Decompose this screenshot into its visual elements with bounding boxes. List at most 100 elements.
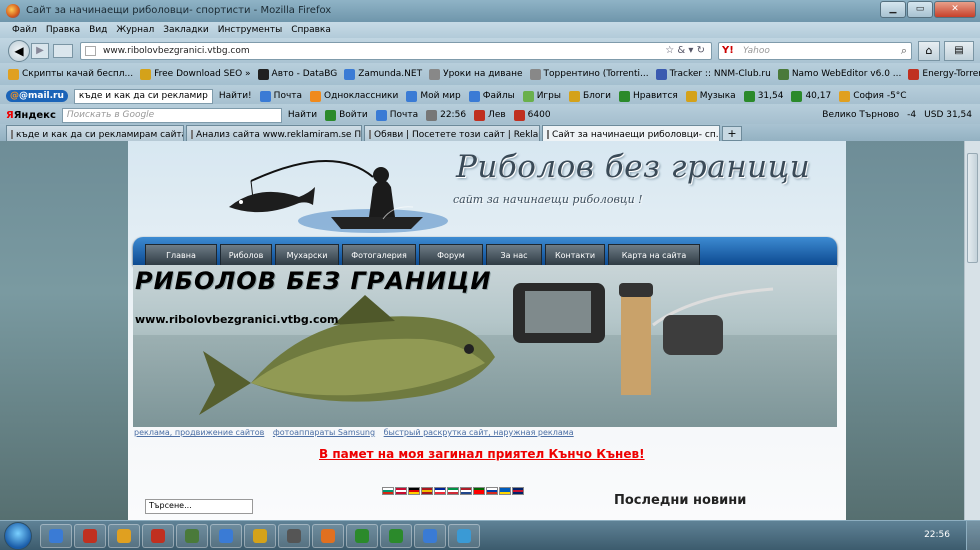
toolbar-item[interactable]: Войти — [325, 109, 368, 121]
language-flag-icon[interactable] — [382, 487, 394, 495]
search-bar[interactable]: Y! Yahoo ⌕ — [718, 42, 912, 60]
mailru-find-button[interactable]: Найти! — [219, 91, 252, 101]
menu-help[interactable]: Справка — [291, 25, 331, 35]
yandex-logo[interactable]: ЯЯндекс — [6, 110, 56, 121]
home-button[interactable]: ⌂ — [918, 41, 940, 61]
menu-file[interactable]: Файл — [12, 25, 37, 35]
toolbar-item[interactable]: 31,54 — [743, 90, 783, 102]
clock[interactable]: 22:56 — [924, 530, 950, 540]
menu-history[interactable]: Журнал — [116, 25, 154, 35]
tab-reklamiram[interactable]: къде и как да си рекламирам сайта ... — [6, 125, 184, 141]
reload-icon[interactable]: ↻ — [697, 45, 705, 56]
taskbar-app-button[interactable] — [312, 524, 344, 548]
show-desktop-button[interactable] — [966, 521, 980, 550]
language-flag-icon[interactable] — [408, 487, 420, 495]
tab-analiz[interactable]: Анализ сайта www.reklamiram.se П... — [186, 125, 362, 141]
search-go-icon[interactable]: ⌕ — [901, 44, 907, 58]
site-search-input[interactable]: Търсене... — [145, 499, 253, 514]
close-button[interactable]: ✕ — [934, 1, 976, 18]
memorial-heading[interactable]: В памет на моя загинал приятел Кънчо Кън… — [319, 447, 645, 461]
taskbar-app-button[interactable] — [414, 524, 446, 548]
toolbar-item[interactable]: 22:56 — [426, 109, 466, 121]
ad-link[interactable]: реклама, продвижение сайтов — [134, 428, 264, 437]
site-nav-forum[interactable]: Форум — [419, 244, 483, 265]
weather-city[interactable]: Велико Търново — [822, 110, 899, 120]
yahoo-icon[interactable]: Y! — [722, 45, 734, 56]
menu-bookmarks[interactable]: Закладки — [163, 25, 209, 35]
toolbar-item[interactable]: Мой мир — [406, 90, 461, 102]
bookmark-item[interactable]: Авто - DataBG — [257, 68, 337, 80]
toolbar-item[interactable]: Блоги — [568, 90, 611, 102]
language-flag-icon[interactable] — [512, 487, 524, 495]
toolbar-item[interactable]: Игры — [522, 90, 561, 102]
language-flag-icon[interactable] — [499, 487, 511, 495]
scrollbar-thumb[interactable] — [967, 153, 978, 263]
toolbar-item[interactable]: 40,17 — [791, 90, 831, 102]
site-nav-about[interactable]: За нас — [486, 244, 542, 265]
toolbar-item[interactable]: Музыка — [685, 90, 736, 102]
taskbar-app-button[interactable] — [346, 524, 378, 548]
currency-usd[interactable]: USD 31,54 — [924, 110, 972, 120]
taskbar-app-button[interactable] — [176, 524, 208, 548]
language-flag-icon[interactable] — [486, 487, 498, 495]
maximize-button[interactable]: ▭ — [907, 1, 933, 18]
language-flag-icon[interactable] — [473, 487, 485, 495]
toolbar-item[interactable]: Почта — [375, 109, 418, 121]
google-search-input[interactable]: Поискать в Google — [61, 107, 282, 123]
taskbar-app-button[interactable] — [40, 524, 72, 548]
site-nav-home[interactable]: Главна — [145, 244, 217, 265]
bookmark-item[interactable]: Namo WebEditor v6.0 ... — [777, 68, 901, 80]
taskbar-app-button[interactable] — [210, 524, 242, 548]
mailru-search-value[interactable]: къде и как да си рекламир — [79, 91, 208, 101]
bookmark-item[interactable]: Energy-Torrent :: Tope... — [908, 68, 980, 80]
language-flag-icon[interactable] — [395, 487, 407, 495]
bookmark-item[interactable]: Tracker :: NNM-Club.ru — [655, 68, 771, 80]
page-scrollbar[interactable] — [964, 141, 980, 520]
site-nav-fly[interactable]: Мухарски — [275, 244, 339, 265]
bookmark-item[interactable]: Торрентино (Torrenti... — [529, 68, 649, 80]
taskbar-app-button[interactable] — [380, 524, 412, 548]
tab-obyavi[interactable]: Обяви | Посетете този сайт | Reklam... — [364, 125, 540, 141]
extensions-button[interactable]: ▤ — [944, 41, 974, 61]
minimize-button[interactable]: ▁ — [880, 1, 906, 18]
history-dropdown-button[interactable] — [53, 44, 73, 58]
address-bar[interactable]: www.ribolovbezgranici.vtbg.com ☆ & ▾ ↻ — [80, 42, 712, 60]
bookmark-item[interactable]: Скрипты качай беспл... — [8, 68, 133, 80]
menu-edit[interactable]: Правка — [46, 25, 80, 35]
toolbar-item[interactable]: Файлы — [468, 90, 515, 102]
new-tab-button[interactable]: + — [722, 126, 742, 141]
toolbar-item[interactable]: Нравится — [618, 90, 678, 102]
bookmark-item[interactable]: Уроки на диване — [429, 68, 523, 80]
language-flag-icon[interactable] — [434, 487, 446, 495]
site-search-value[interactable]: Търсене... — [149, 501, 192, 510]
ad-link[interactable]: фотоаппараты Samsung — [273, 428, 375, 437]
toolbar-item[interactable]: Лев — [474, 109, 506, 121]
forward-button[interactable]: ▶ — [31, 43, 49, 59]
address-url[interactable]: www.ribolovbezgranici.vtbg.com — [103, 46, 250, 56]
star-icon[interactable]: ☆ — [665, 45, 674, 56]
toolbar-item[interactable]: Почта — [259, 90, 302, 102]
language-flag-icon[interactable] — [447, 487, 459, 495]
site-nav-sitemap[interactable]: Карта на сайта — [608, 244, 700, 265]
toolbar-item[interactable]: София -5°C — [839, 90, 907, 102]
menu-tools[interactable]: Инструменты — [218, 25, 282, 35]
toolbar-item[interactable]: 6400 — [513, 109, 551, 121]
language-flag-icon[interactable] — [460, 487, 472, 495]
taskbar-app-button[interactable] — [142, 524, 174, 548]
yandex-find-button[interactable]: Найти — [288, 110, 317, 120]
bookmark-item[interactable]: Zamunda.NET — [344, 68, 422, 80]
mailru-search-input[interactable]: къде и как да си рекламир — [73, 88, 213, 104]
site-nav-fishing[interactable]: Риболов — [220, 244, 272, 265]
ad-link[interactable]: быстрый раскрутка сайт, наружная реклама — [384, 428, 574, 437]
site-nav-gallery[interactable]: Фотогалерия — [342, 244, 416, 265]
dropdown-icon[interactable]: ▾ — [688, 45, 693, 56]
taskbar-app-button[interactable] — [74, 524, 106, 548]
share-icon[interactable]: & — [677, 45, 685, 56]
back-button[interactable]: ◀ — [8, 40, 30, 62]
weather-temp[interactable]: -4 — [907, 110, 916, 120]
taskbar-app-button[interactable] — [278, 524, 310, 548]
taskbar-app-button[interactable] — [244, 524, 276, 548]
taskbar-app-button[interactable] — [448, 524, 480, 548]
language-flag-icon[interactable] — [421, 487, 433, 495]
start-button[interactable] — [4, 522, 32, 550]
